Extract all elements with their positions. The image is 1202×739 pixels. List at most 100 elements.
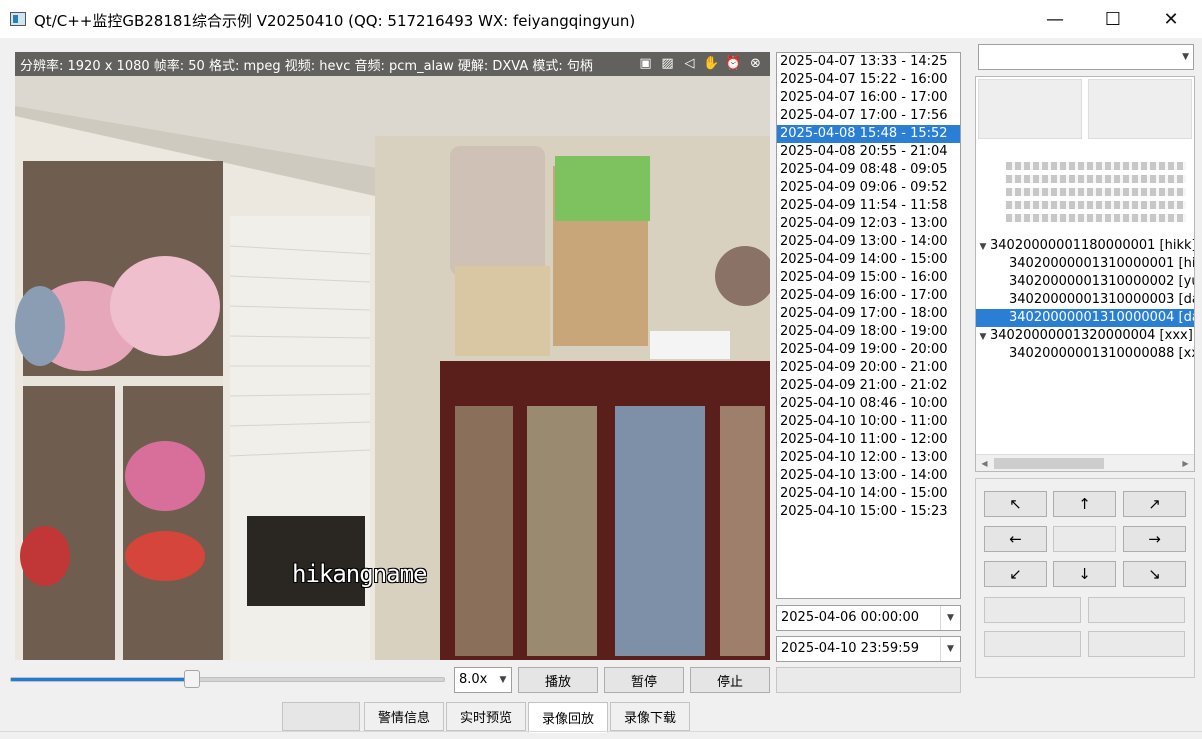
volume-icon[interactable]: ◁ [681, 55, 698, 72]
title-bar: Qt/C++监控GB28181综合示例 V20250410 (QQ: 51721… [0, 0, 1202, 38]
tree-device[interactable]: 34020000001310000088 [xxx] [976, 345, 1194, 363]
end-time-value: 2025-04-10 23:59:59 [781, 641, 920, 656]
record-item[interactable]: 2025-04-09 13:00 - 14:00 [777, 233, 960, 251]
ptz-left-button[interactable]: ← [984, 526, 1047, 552]
record-item[interactable]: 2025-04-09 09:06 - 09:52 [777, 179, 960, 197]
chevron-down-icon[interactable]: ▼ [940, 606, 960, 630]
record-item[interactable]: 2025-04-09 20:00 - 21:00 [777, 359, 960, 377]
tab-playback[interactable]: 录像回放 [528, 702, 608, 733]
record-item[interactable]: 2025-04-10 14:00 - 15:00 [777, 485, 960, 503]
image-icon[interactable]: ▨ [659, 55, 676, 72]
ptz-center-button[interactable] [1053, 526, 1116, 552]
chevron-down-icon[interactable]: ▼ [495, 668, 511, 692]
record-item[interactable]: 2025-04-07 15:22 - 16:00 [777, 71, 960, 89]
tab-live-preview[interactable]: 实时预览 [446, 702, 526, 731]
video-player[interactable]: 分辨率: 1920 x 1080 帧率: 50 格式: mpeg 视频: hev… [15, 52, 770, 660]
progress-handle[interactable] [184, 670, 200, 688]
chevron-down-icon[interactable]: ▼ [1182, 52, 1189, 62]
ptz-up-right-button[interactable]: ↗ [1123, 491, 1186, 517]
query-button[interactable] [776, 667, 961, 693]
tree-device-label: 34020000001310000001 [hika [1009, 256, 1195, 271]
ptz-panel: ↖ ↑ ↗ ← → ↙ ↓ ↘ [975, 478, 1195, 678]
chevron-down-icon[interactable]: ▼ [940, 637, 960, 661]
record-item[interactable]: 2025-04-09 17:00 - 18:00 [777, 305, 960, 323]
tree-group[interactable]: ▼ 34020000001320000004 [xxx] [976, 327, 1193, 345]
tab-alarm-info[interactable]: 警情信息 [364, 702, 444, 731]
tree-preview-left [978, 79, 1082, 139]
record-item[interactable]: 2025-04-10 13:00 - 14:00 [777, 467, 960, 485]
ptz-down-right-button[interactable]: ↘ [1123, 561, 1186, 587]
record-item[interactable]: 2025-04-10 15:00 - 15:23 [777, 503, 960, 521]
tree-device[interactable]: 34020000001310000001 [hika [976, 255, 1194, 273]
close-icon[interactable]: ⊗ [747, 55, 764, 72]
ptz-aux-button[interactable] [984, 631, 1081, 657]
record-item[interactable]: 2025-04-10 11:00 - 12:00 [777, 431, 960, 449]
tree-device-label: 34020000001310000003 [dah [1009, 292, 1195, 307]
tree-hscrollbar[interactable]: ◀ ▶ [976, 454, 1194, 471]
scroll-right-icon[interactable]: ▶ [1177, 455, 1194, 471]
scroll-left-icon[interactable]: ◀ [976, 455, 993, 471]
ptz-down-button[interactable]: ↓ [1053, 561, 1116, 587]
record-item[interactable]: 2025-04-09 16:00 - 17:00 [777, 287, 960, 305]
record-item[interactable]: 2025-04-08 20:55 - 21:04 [777, 143, 960, 161]
record-item[interactable]: 2025-04-10 10:00 - 11:00 [777, 413, 960, 431]
record-item[interactable]: 2025-04-09 19:00 - 20:00 [777, 341, 960, 359]
pause-button[interactable]: 暂停 [604, 667, 684, 693]
progress-slider[interactable] [10, 677, 445, 682]
record-item[interactable]: 2025-04-09 08:48 - 09:05 [777, 161, 960, 179]
record-item[interactable]: 2025-04-09 14:00 - 15:00 [777, 251, 960, 269]
record-item[interactable]: 2025-04-09 15:00 - 16:00 [777, 269, 960, 287]
record-item[interactable]: 2025-04-10 12:00 - 13:00 [777, 449, 960, 467]
tree-device[interactable]: 34020000001310000003 [dah [976, 291, 1194, 309]
tree-device-label: 34020000001310000004 [dah [1009, 310, 1195, 325]
record-item[interactable]: 2025-04-09 21:00 - 21:02 [777, 377, 960, 395]
ptz-up-left-button[interactable]: ↖ [984, 491, 1047, 517]
record-item[interactable]: 2025-04-07 16:00 - 17:00 [777, 89, 960, 107]
end-time-field[interactable]: 2025-04-10 23:59:59 ▼ [776, 636, 961, 662]
ptz-right-button[interactable]: → [1123, 526, 1186, 552]
ptz-aux-button[interactable] [984, 597, 1081, 623]
play-button[interactable]: 播放 [518, 667, 598, 693]
stop-button[interactable]: 停止 [690, 667, 770, 693]
tree-device[interactable]: 34020000001310000002 [yush [976, 273, 1194, 291]
record-item[interactable]: 2025-04-09 12:03 - 13:00 [777, 215, 960, 233]
speed-select[interactable]: 8.0x ▼ [454, 667, 512, 693]
start-time-value: 2025-04-06 00:00:00 [781, 610, 920, 625]
status-divider [0, 731, 1202, 732]
minimize-button[interactable]: — [1026, 0, 1084, 38]
record-item[interactable]: 2025-04-07 13:33 - 14:25 [777, 53, 960, 71]
video-info-text: 分辨率: 1920 x 1080 帧率: 50 格式: mpeg 视频: hev… [20, 58, 593, 74]
record-item-selected[interactable]: 2025-04-08 15:48 - 15:52 [777, 125, 960, 143]
close-button[interactable]: ✕ [1142, 0, 1200, 38]
tab-download[interactable]: 录像下载 [610, 702, 690, 731]
chevron-down-icon[interactable]: ▼ [976, 328, 990, 346]
osd-text: hikangname [292, 560, 427, 588]
snapshot-icon[interactable]: ▣ [637, 55, 654, 72]
maximize-button[interactable]: ☐ [1084, 0, 1142, 38]
chevron-down-icon[interactable]: ▼ [976, 238, 990, 256]
tree-device-label: 34020000001310000002 [yush [1009, 274, 1195, 289]
tab-hidden[interactable] [282, 702, 360, 731]
tree-device-selected[interactable]: 34020000001310000004 [dah [976, 309, 1194, 327]
ptz-up-button[interactable]: ↑ [1053, 491, 1116, 517]
record-item[interactable]: 2025-04-10 08:46 - 10:00 [777, 395, 960, 413]
record-list[interactable]: 2025-04-07 13:33 - 14:25 2025-04-07 15:22… [776, 52, 961, 599]
start-time-field[interactable]: 2025-04-06 00:00:00 ▼ [776, 605, 961, 631]
app-icon [10, 12, 26, 26]
tree-group-label: 34020000001180000001 [hikk] [990, 238, 1195, 253]
tree-group[interactable]: ▼ 34020000001180000001 [hikk] [976, 237, 1195, 256]
record-item[interactable]: 2025-04-07 17:00 - 17:56 [777, 107, 960, 125]
ptz-aux-button[interactable] [1088, 597, 1185, 623]
record-item[interactable]: 2025-04-09 11:54 - 11:58 [777, 197, 960, 215]
record-item[interactable]: 2025-04-09 18:00 - 19:00 [777, 323, 960, 341]
tree-preview-right [1088, 79, 1192, 139]
device-tree[interactable]: ▼ 34020000001180000001 [hikk] 34020000001… [975, 76, 1195, 472]
alarm-icon[interactable]: ⏰ [725, 55, 742, 72]
progress-fill [11, 678, 185, 681]
ptz-down-left-button[interactable]: ↙ [984, 561, 1047, 587]
hand-icon[interactable]: ✋ [703, 55, 720, 72]
scroll-thumb[interactable] [994, 458, 1104, 469]
device-select[interactable]: ▼ [978, 44, 1194, 70]
video-info-bar: 分辨率: 1920 x 1080 帧率: 50 格式: mpeg 视频: hev… [15, 52, 770, 76]
ptz-aux-button[interactable] [1088, 631, 1185, 657]
